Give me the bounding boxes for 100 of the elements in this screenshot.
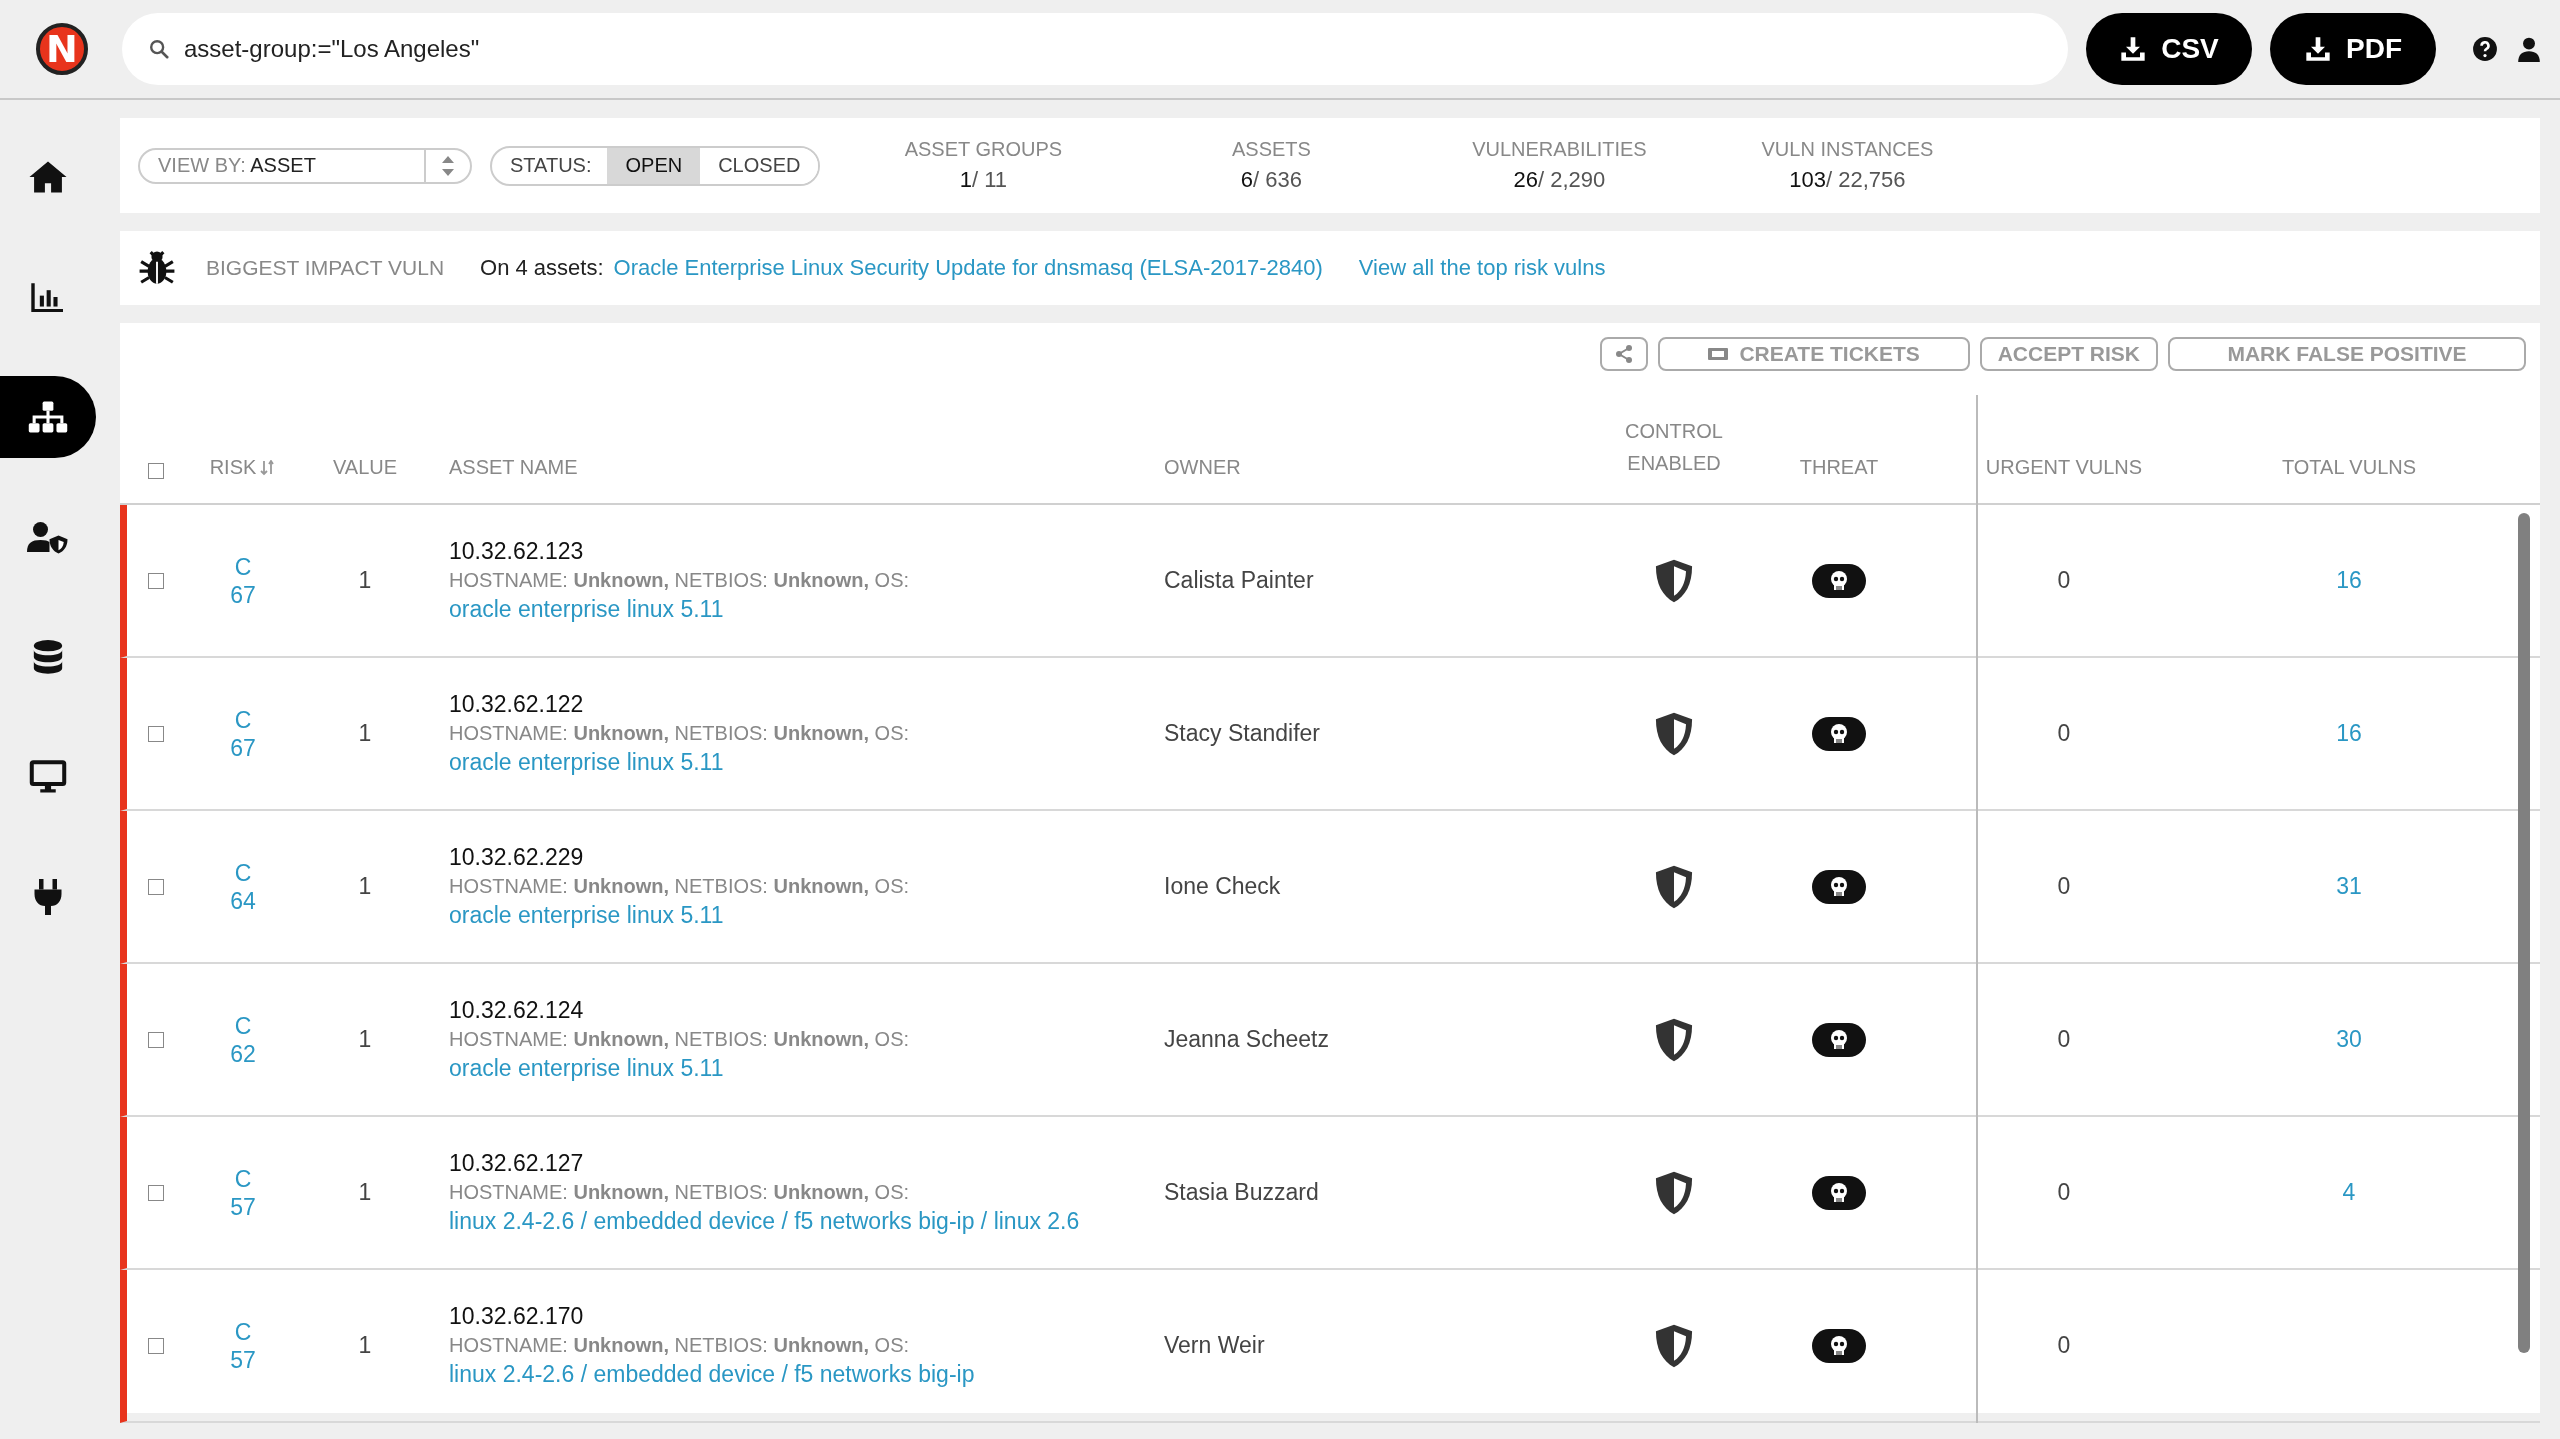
asset-details: HOSTNAME: Unknown, NETBIOS: Unknown, OS:	[449, 875, 910, 898]
asset-details: HOSTNAME: Unknown, NETBIOS: Unknown, OS:	[449, 722, 910, 745]
asset-value: 1	[358, 873, 372, 900]
column-header: URGENT VULNS	[1985, 456, 2143, 479]
stat-label: ASSET GROUPS	[904, 138, 1063, 161]
os-link[interactable]: oracle enterprise linux 5.11	[449, 902, 910, 929]
sort-icon[interactable]	[260, 459, 277, 476]
urgent-count: 0	[2057, 1026, 2071, 1053]
bar-chart-icon	[31, 282, 65, 312]
share-button[interactable]	[1599, 337, 1648, 371]
urgent-count: 0	[2057, 720, 2071, 747]
skull-badge-icon	[1812, 1175, 1866, 1210]
total-vulns-link[interactable]: 30	[2336, 1026, 2362, 1053]
owner-name: Stacy Standifer	[1164, 720, 1320, 747]
owner-name: Ione Check	[1164, 873, 1281, 900]
asset-ip[interactable]: 10.32.62.229	[449, 844, 910, 871]
action-button[interactable]: MARK FALSE POSITIVE	[2168, 337, 2526, 371]
asset-details: HOSTNAME: Unknown, NETBIOS: Unknown, OS:	[449, 1334, 911, 1357]
asset-value: 1	[358, 720, 372, 747]
select-all-checkbox[interactable]	[148, 463, 164, 479]
asset-value: 1	[358, 1332, 372, 1359]
search-field[interactable]: asset-group:="Los Angeles"	[122, 13, 2068, 85]
monitor-icon	[29, 760, 67, 794]
skull-badge-icon	[1812, 716, 1866, 751]
owner-name: Stasia Buzzard	[1164, 1179, 1319, 1206]
skull-badge-icon	[1812, 563, 1866, 598]
column-header: OWNER	[1164, 456, 1241, 479]
risk-score[interactable]: C 62	[230, 1011, 256, 1068]
os-link[interactable]: linux 2.4-2.6 / embedded device / f5 networks big-ip	[449, 1361, 975, 1388]
row-checkbox[interactable]	[148, 725, 164, 742]
scrollbar[interactable]	[2518, 513, 2530, 1353]
shield-icon	[1654, 1322, 1694, 1369]
asset-details: HOSTNAME: Unknown, NETBIOS: Unknown, OS:	[449, 1028, 910, 1051]
total-vulns-link[interactable]: 16	[2336, 567, 2362, 594]
asset-ip[interactable]: 10.32.62.122	[449, 691, 910, 718]
create-tickets-button[interactable]: CREATE TICKETS	[1657, 337, 1970, 371]
logo[interactable]: N	[36, 23, 88, 75]
asset-ip[interactable]: 10.32.62.124	[449, 997, 910, 1024]
sitemap-icon	[28, 400, 68, 434]
shield-icon	[1654, 1016, 1694, 1063]
user-icon[interactable]	[2516, 36, 2542, 62]
owner-name: Jeanna Scheetz	[1164, 1026, 1329, 1053]
shield-icon	[1654, 557, 1694, 604]
download-icon	[2119, 35, 2148, 63]
status-option[interactable]: OPEN	[607, 147, 701, 184]
asset-value: 1	[358, 1026, 372, 1053]
column-header: VALUE	[332, 456, 398, 479]
urgent-count: 0	[2057, 873, 2071, 900]
view-by-select[interactable]: VIEW BY: ASSET	[138, 147, 472, 184]
stat-label: ASSETS	[1231, 138, 1311, 161]
stat-value: 26/ 2,290	[1513, 167, 1606, 193]
asset-ip[interactable]: 10.32.62.170	[449, 1303, 975, 1330]
risk-score[interactable]: C 67	[230, 705, 256, 762]
skull-badge-icon	[1812, 1022, 1866, 1057]
total-vulns-link[interactable]: 4	[2342, 1179, 2356, 1206]
row-checkbox[interactable]	[148, 878, 164, 895]
export-button[interactable]: PDF	[2270, 13, 2436, 85]
asset-value: 1	[358, 567, 372, 594]
column-header: TOTAL VULNS	[2281, 456, 2417, 479]
urgent-count: 0	[2057, 1332, 2071, 1359]
total-vulns-link[interactable]: 16	[2336, 720, 2362, 747]
database-icon	[33, 640, 63, 674]
view-all-link[interactable]: View all the top risk vulns	[1358, 255, 1606, 281]
asset-details: HOSTNAME: Unknown, NETBIOS: Unknown, OS:	[449, 1181, 911, 1204]
owner-name: Vern Weir	[1164, 1332, 1265, 1359]
total-vulns-link[interactable]: 31	[2336, 873, 2362, 900]
sidebar-item[interactable]	[0, 376, 96, 458]
skull-badge-icon	[1812, 1328, 1866, 1363]
risk-score[interactable]: C 57	[230, 1164, 256, 1221]
export-button[interactable]: CSV	[2086, 13, 2252, 85]
os-link[interactable]: oracle enterprise linux 5.11	[449, 1055, 910, 1082]
vuln-link[interactable]: Oracle Enterprise Linux Security Update for dnsmasq (ELSA-2017-2840)	[613, 255, 1323, 281]
risk-score[interactable]: C 67	[230, 552, 256, 609]
urgent-count: 0	[2057, 1179, 2071, 1206]
risk-score[interactable]: C 57	[230, 1317, 256, 1374]
os-link[interactable]: linux 2.4-2.6 / embedded device / f5 networks big-ip / linux 2.6	[449, 1208, 1080, 1235]
sort-arrows-icon	[441, 154, 455, 177]
action-button[interactable]: ACCEPT RISK	[1979, 337, 2158, 371]
user-shield-icon	[27, 520, 69, 554]
owner-name: Calista Painter	[1164, 567, 1314, 594]
asset-value: 1	[358, 1179, 372, 1206]
stat-value: 103/ 22,756	[1789, 167, 1906, 193]
asset-ip[interactable]: 10.32.62.123	[449, 538, 910, 565]
download-icon	[2304, 35, 2332, 63]
os-link[interactable]: oracle enterprise linux 5.11	[449, 596, 910, 623]
row-checkbox[interactable]	[148, 572, 164, 589]
column-header: ASSET NAME	[449, 456, 578, 479]
column-header[interactable]: RISK	[209, 456, 257, 479]
home-icon	[29, 160, 67, 194]
asset-details: HOSTNAME: Unknown, NETBIOS: Unknown, OS:	[449, 569, 910, 592]
row-checkbox[interactable]	[148, 1031, 164, 1048]
column-header: CONTROL ENABLED	[1624, 419, 1724, 476]
status-label: STATUS:	[509, 154, 593, 177]
asset-ip[interactable]: 10.32.62.127	[449, 1150, 1080, 1177]
stat-value: 6/ 636	[1240, 167, 1302, 193]
os-link[interactable]: oracle enterprise linux 5.11	[449, 749, 910, 776]
row-checkbox[interactable]	[148, 1337, 164, 1354]
row-checkbox[interactable]	[148, 1184, 164, 1201]
help-icon[interactable]	[2472, 36, 2498, 62]
risk-score[interactable]: C 64	[230, 858, 256, 915]
